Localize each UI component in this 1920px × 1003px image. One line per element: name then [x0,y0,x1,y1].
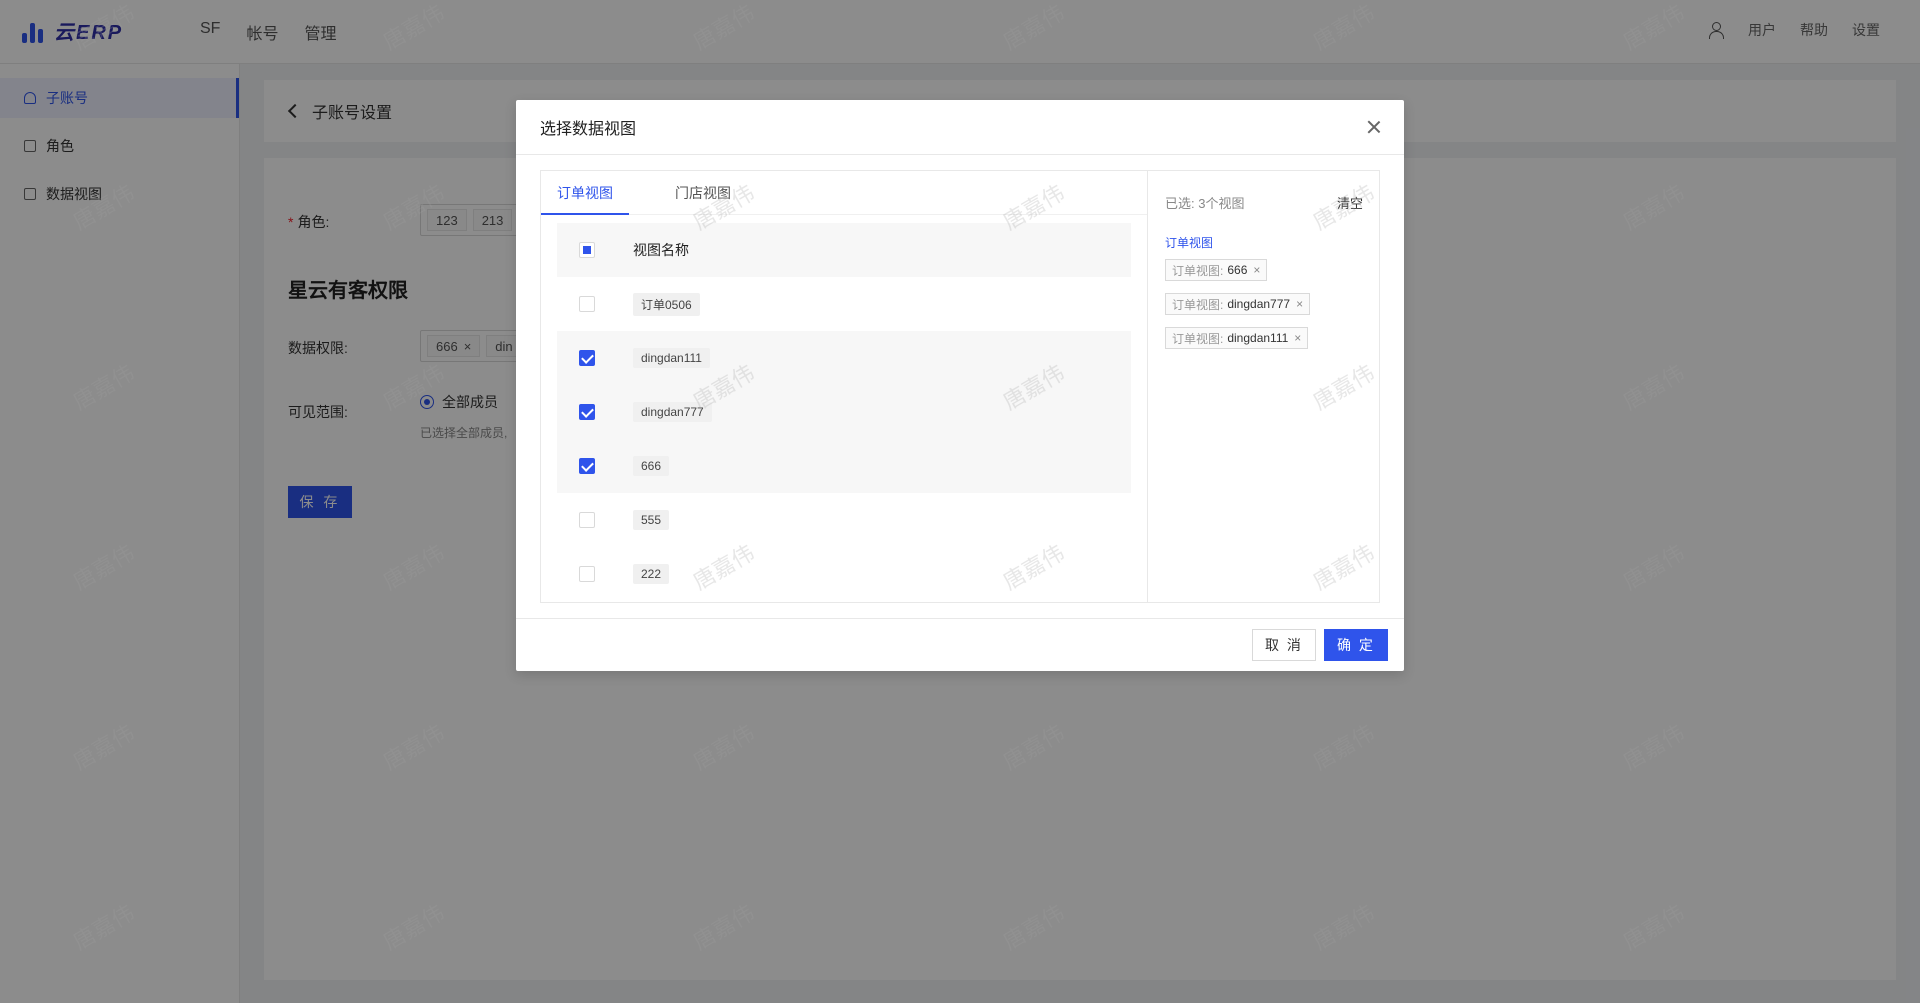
view-name: 555 [633,510,670,530]
selected-group-label: 订单视图 [1165,236,1214,250]
cancel-button[interactable]: 取 消 [1252,629,1316,661]
selected-tag: 订单视图: dingdan777 × [1165,293,1311,315]
row-checkbox[interactable] [579,404,595,420]
table-header-row: 视图名称 [557,223,1131,277]
table-row[interactable]: 555 [557,493,1131,547]
column-header: 视图名称 [633,242,689,258]
close-icon[interactable]: × [1294,331,1301,345]
select-all-checkbox[interactable] [579,242,595,258]
select-data-view-modal: 选择数据视图 订单视图 门店视图 视图名称 订单0506 dingdan111 [516,100,1404,671]
view-name: 订单0506 [633,292,700,316]
table-row[interactable]: dingdan111 [557,331,1131,385]
row-checkbox[interactable] [579,296,595,312]
close-icon[interactable]: × [1253,263,1260,277]
row-checkbox[interactable] [579,512,595,528]
modal-body: 订单视图 门店视图 视图名称 订单0506 dingdan111 dingdan… [540,170,1380,603]
view-name: 666 [633,456,670,476]
table-row[interactable]: dingdan777 [557,385,1131,439]
modal-title: 选择数据视图 [540,121,637,138]
selected-tag: 订单视图: 666 × [1165,259,1268,281]
view-name: 222 [633,564,670,584]
view-name: dingdan111 [633,348,710,368]
confirm-button[interactable]: 确 定 [1324,629,1388,661]
row-checkbox[interactable] [579,458,595,474]
table-row[interactable]: 订单0506 [557,277,1131,331]
selected-tag: 订单视图: dingdan111 × [1165,327,1309,349]
row-checkbox[interactable] [579,566,595,582]
modal-header: 选择数据视图 [516,100,1404,155]
close-icon[interactable] [1366,119,1382,135]
clear-button[interactable]: 清空 [1337,193,1363,212]
view-tabs: 订单视图 门店视图 [541,171,1147,215]
close-icon[interactable]: × [1296,297,1303,311]
selected-count: 已选: 3个视图 [1165,196,1245,211]
view-list-pane: 订单视图 门店视图 视图名称 订单0506 dingdan111 dingdan… [541,171,1148,602]
view-name: dingdan777 [633,402,712,422]
table-row[interactable]: 666 [557,439,1131,493]
selected-header: 已选: 3个视图 清空 [1165,193,1363,212]
selected-pane: 已选: 3个视图 清空 订单视图 订单视图: 666 × 订单视图: dingd… [1149,171,1379,602]
tab-store-view[interactable]: 门店视图 [659,171,747,215]
tab-order-view[interactable]: 订单视图 [541,171,629,215]
row-checkbox[interactable] [579,350,595,366]
modal-footer: 取 消 确 定 [516,618,1404,671]
table-row[interactable]: 222 [557,547,1131,601]
